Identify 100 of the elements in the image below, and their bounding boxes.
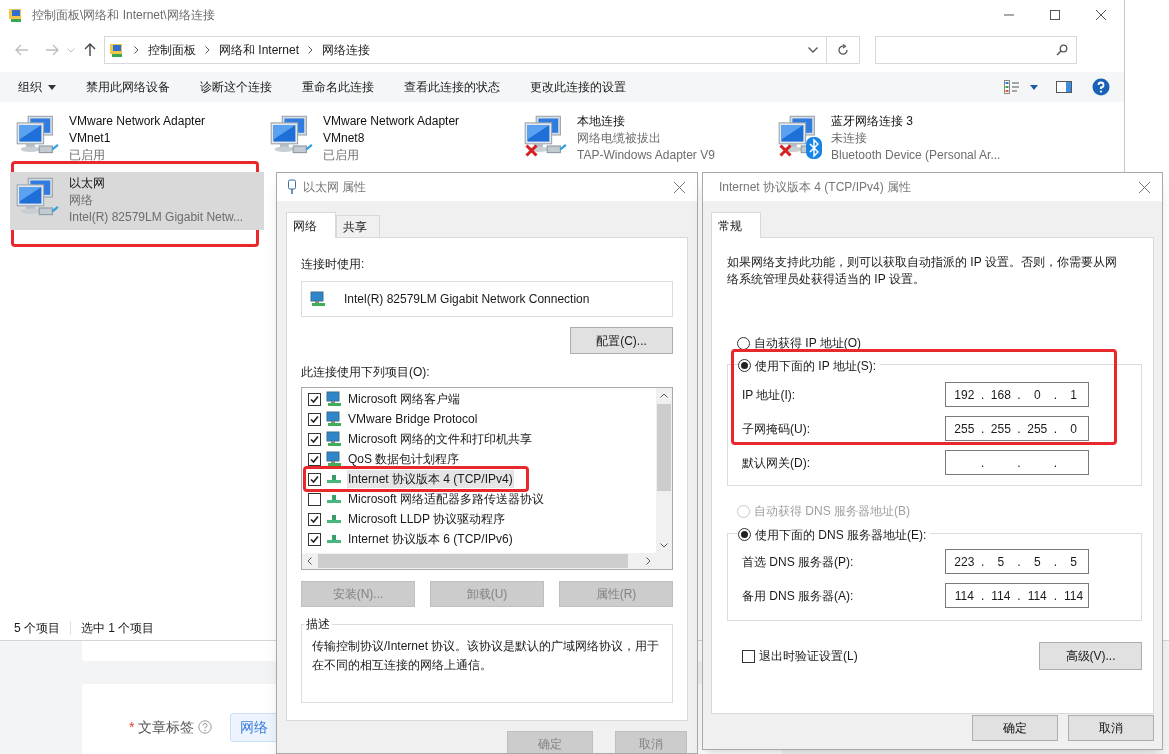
- checkbox-label: 退出时验证设置(L): [759, 648, 858, 665]
- connection-detail: 网络电缆被拔出: [577, 130, 662, 147]
- connection-name: 以太网: [69, 175, 106, 192]
- close-icon: [1138, 181, 1150, 193]
- list-item[interactable]: Microsoft 网络客户端: [347, 390, 461, 408]
- chevron-right-icon: [308, 46, 314, 54]
- connection-name: VMware Network Adapter: [323, 113, 460, 130]
- connection-name: VMnet1: [69, 130, 112, 147]
- tab[interactable]: 共享: [336, 215, 380, 237]
- checkbox[interactable]: [308, 432, 321, 446]
- preview-pane-button[interactable]: [1056, 81, 1072, 93]
- scroll-down-icon: [660, 543, 668, 548]
- chevron-down-icon[interactable]: [808, 47, 818, 53]
- ip-address-field[interactable]: . . .: [945, 450, 1089, 475]
- network-folder-icon: [109, 42, 125, 58]
- adapter-name: Intel(R) 82579LM Gigabit Network Connection: [344, 291, 590, 308]
- pane-icon: [1056, 81, 1072, 93]
- search-field[interactable]: [875, 36, 1077, 64]
- ip-address-field[interactable]: 114 . 114 . 114 . 114: [945, 583, 1089, 608]
- list-item[interactable]: QoS 数据包计划程序: [347, 450, 461, 468]
- section-label: 连接时使用:: [301, 256, 366, 273]
- organize-menu[interactable]: 组织: [18, 78, 56, 96]
- command-button[interactable]: 诊断这个连接: [200, 78, 272, 96]
- command-button[interactable]: 重命名此连接: [302, 78, 374, 96]
- network-folder-icon: [8, 7, 24, 23]
- connection-detail: 已启用: [323, 147, 360, 164]
- checkbox[interactable]: [308, 452, 321, 466]
- network-computer-icon: [326, 431, 342, 447]
- checkbox[interactable]: [308, 392, 321, 406]
- ip-address-field[interactable]: 255 . 255 . 255 . 0: [945, 416, 1089, 441]
- connection-detail: 已启用: [69, 147, 106, 164]
- command-button[interactable]: 更改此连接的设置: [530, 78, 626, 96]
- list-item[interactable]: Microsoft 网络适配器多路传送器协议: [347, 490, 545, 508]
- ip-address-field[interactable]: 223 . 5 . 5 . 5: [945, 549, 1089, 574]
- protocol-icon: [326, 514, 342, 524]
- field-label: 默认网关(D):: [742, 454, 811, 472]
- checkbox[interactable]: [308, 472, 321, 486]
- protocol-icon: [326, 474, 342, 484]
- advanced-button[interactable]: 高级(V)...: [1039, 642, 1142, 670]
- radio-button[interactable]: [737, 336, 750, 350]
- list-item[interactable]: Internet 协议版本 6 (TCP/IPv6): [347, 530, 514, 548]
- horizontal-scrollbar[interactable]: [302, 553, 672, 569]
- command-button[interactable]: 查看此连接的状态: [404, 78, 500, 96]
- dialog-button[interactable]: 取消: [1068, 715, 1154, 741]
- address-bar[interactable]: 控制面板 网络和 Internet 网络连接: [104, 36, 860, 64]
- configure-button[interactable]: 配置(C)...: [570, 327, 673, 354]
- breadcrumb[interactable]: 网络和 Internet: [219, 41, 300, 59]
- status-text: 选中 1 个项目: [81, 620, 155, 637]
- breadcrumb[interactable]: 网络连接: [322, 41, 371, 59]
- forward-arrow-icon: [45, 44, 59, 56]
- scrollbar-thumb[interactable]: [657, 404, 671, 491]
- dialog-title: 以太网 属性: [303, 179, 367, 196]
- chevron-right-icon: [134, 46, 139, 54]
- close-icon: [673, 181, 685, 193]
- connection-detail: Intel(R) 82579LM Gigabit Netw...: [69, 209, 244, 226]
- list-item[interactable]: Microsoft LLDP 协议驱动程序: [347, 510, 507, 528]
- ip-address-field[interactable]: 192 . 168 . 0 . 1: [945, 382, 1089, 407]
- connection-detail: Bluetooth Device (Personal Ar...: [831, 147, 1001, 164]
- scroll-left-icon: [307, 557, 312, 565]
- help-button[interactable]: [1092, 78, 1110, 96]
- network-connection-item[interactable]: VMware Network Adapter VMnet8 已启用: [264, 110, 518, 168]
- list-item[interactable]: Microsoft 网络的文件和打印机共享: [347, 430, 533, 448]
- checkbox[interactable]: [742, 649, 755, 663]
- view-options-button[interactable]: [1004, 80, 1038, 94]
- vertical-scrollbar[interactable]: [656, 388, 672, 553]
- list-item[interactable]: VMware Bridge Protocol: [347, 410, 479, 428]
- scroll-right-icon: [646, 557, 651, 565]
- radio-button[interactable]: [738, 528, 751, 541]
- dialog-button[interactable]: 确定: [972, 715, 1058, 741]
- refresh-icon: [837, 44, 849, 56]
- checkbox[interactable]: [308, 492, 321, 506]
- window-title: 控制面板\网络和 Internet\网络连接: [32, 7, 215, 24]
- network-connection-item[interactable]: VMware Network Adapter VMnet1 已启用: [10, 110, 264, 168]
- radio-button[interactable]: [738, 359, 751, 372]
- connection-name: VMware Network Adapter: [69, 113, 206, 130]
- maximize-icon: [1050, 10, 1060, 20]
- search-icon: [1056, 44, 1068, 56]
- radio-label: 自动获得 IP 地址(O): [754, 335, 862, 352]
- list-item[interactable]: Internet 协议版本 4 (TCP/IPv4): [347, 470, 514, 488]
- connection-detail: 未连接: [831, 130, 868, 147]
- command-button[interactable]: 禁用此网络设备: [86, 78, 170, 96]
- checkbox[interactable]: [308, 412, 321, 426]
- chevron-right-icon: [205, 46, 210, 54]
- scrollbar-thumb[interactable]: [318, 554, 628, 568]
- connection-name: 蓝牙网络连接 3: [831, 113, 914, 130]
- tab[interactable]: 网络: [286, 212, 336, 238]
- protocol-icon: [326, 494, 342, 504]
- network-connection-item[interactable]: 蓝牙网络连接 3 未连接 Bluetooth Device (Personal Ar...: [772, 110, 1026, 168]
- field-label: 首选 DNS 服务器(P):: [742, 553, 855, 571]
- intro-text: 如果网络支持此功能，则可以获取自动指派的 IP 设置。否则，你需要从网络系统管理员处获得适当的 IP 设置。: [727, 254, 1118, 288]
- network-connection-item[interactable]: 本地连接 网络电缆被拔出 TAP-Windows Adapter V9: [518, 110, 772, 168]
- tab[interactable]: 常规: [711, 212, 761, 238]
- details-view-icon: [1004, 80, 1020, 94]
- section-label: 此连接使用下列项目(O):: [301, 364, 431, 381]
- scroll-up-icon: [660, 393, 668, 398]
- checkbox[interactable]: [308, 512, 321, 526]
- breadcrumb[interactable]: 控制面板: [148, 41, 196, 59]
- network-connection-item[interactable]: 以太网 网络 Intel(R) 82579LM Gigabit Netw...: [10, 172, 264, 230]
- required-mark: *: [129, 717, 135, 737]
- checkbox[interactable]: [308, 532, 321, 546]
